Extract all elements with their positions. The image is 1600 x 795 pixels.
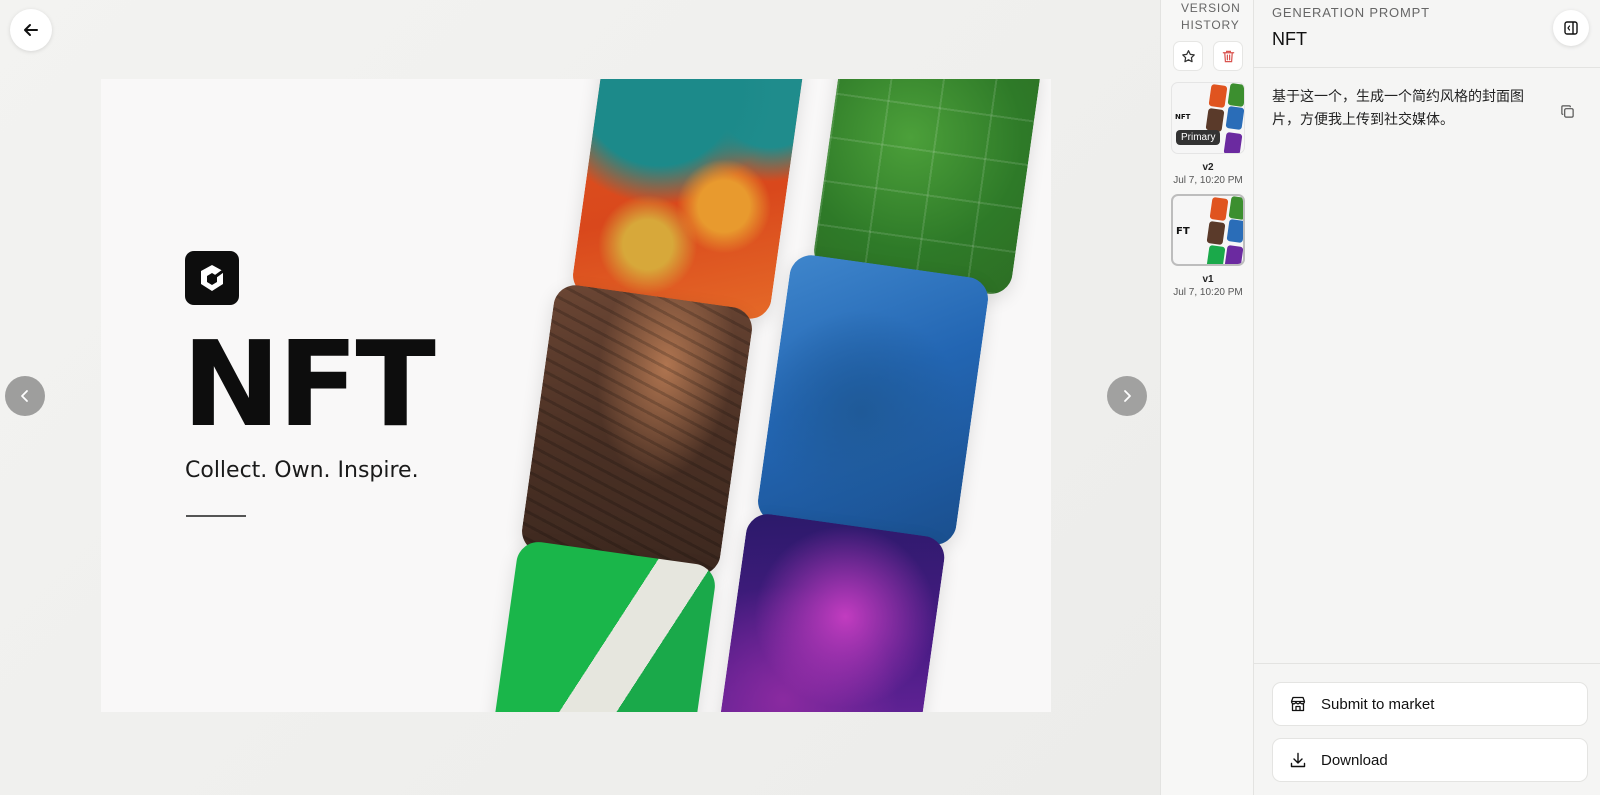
chevron-left-icon: [21, 390, 28, 402]
next-image-button[interactable]: [1107, 376, 1147, 416]
version-thumbnail: NFT Primary: [1171, 82, 1245, 154]
version-label: v1: [1202, 274, 1214, 285]
image-divider: [186, 515, 246, 517]
version-label: v2: [1202, 162, 1214, 173]
download-label: Download: [1321, 751, 1388, 769]
previous-image-button[interactable]: [5, 376, 45, 416]
image-headline: NFT: [182, 315, 436, 453]
thumbnail-tile: [1223, 131, 1243, 153]
artwork-tile: [712, 511, 948, 712]
download-icon: [1290, 752, 1306, 768]
delete-version-button[interactable]: [1213, 41, 1243, 71]
prompt-panel: GENERATION PROMPT NFT 基于这一个，生成一个简约风格的封面图…: [1254, 0, 1600, 795]
thumbnail-tile: [1225, 105, 1244, 131]
primary-badge: Primary: [1176, 130, 1221, 145]
submit-to-market-label: Submit to market: [1321, 695, 1435, 713]
copy-icon: [1560, 104, 1574, 118]
version-item-v1[interactable]: FT v1 Jul 7, 10:20 PM: [1171, 194, 1245, 298]
collapse-panel-button[interactable]: [1553, 10, 1589, 46]
thumbnail-tile: [1208, 83, 1228, 109]
version-timestamp: Jul 7, 10:20 PM: [1173, 287, 1243, 298]
store-icon: [1290, 696, 1306, 712]
prompt-panel-header: GENERATION PROMPT NFT: [1254, 0, 1600, 68]
panel-collapse-icon: [1564, 21, 1578, 35]
prompt-kicker: GENERATION PROMPT: [1272, 5, 1430, 20]
thumbnail-tile: [1206, 220, 1226, 246]
version-history-title: VERSION HISTORY: [1181, 1, 1241, 32]
thumbnail-tile: [1228, 196, 1243, 221]
trash-icon: [1222, 50, 1234, 62]
artwork-tile: [519, 282, 755, 578]
submit-to-market-button[interactable]: Submit to market: [1272, 682, 1588, 726]
artwork-tile: [486, 539, 718, 712]
prompt-title: NFT: [1272, 29, 1307, 49]
thumbnail-tile: [1226, 218, 1243, 244]
prompt-text: 基于这一个，生成一个简约风格的封面图片，方便我上传到社交媒体。: [1272, 89, 1524, 128]
thumbnail-tile: [1209, 196, 1229, 222]
version-thumbnail: FT: [1171, 194, 1245, 266]
artwork-tile: [570, 79, 806, 322]
thumbnail-tile: [1227, 83, 1244, 108]
chevron-right-icon: [1124, 390, 1131, 402]
cube-logo-icon: [185, 251, 239, 305]
image-viewer: NFT Collect. Own. Inspire.: [0, 0, 1160, 795]
star-icon: [1181, 49, 1195, 62]
thumbnail-tile: [1224, 244, 1243, 264]
thumbnail-tile: [1205, 107, 1225, 133]
version-item-v2[interactable]: NFT Primary v2 Jul 7, 10:20 PM: [1171, 82, 1245, 186]
thumbnail-headline: NFT: [1175, 113, 1191, 121]
image-tagline: Collect. Own. Inspire.: [185, 458, 419, 483]
artwork-tile: [755, 252, 991, 548]
generated-image: NFT Collect. Own. Inspire.: [101, 79, 1051, 712]
thumbnail-headline: FT: [1176, 226, 1190, 237]
prompt-panel-footer: Submit to market Download: [1254, 663, 1600, 795]
thumbnail-tile: [1206, 244, 1226, 264]
version-actions: [1173, 41, 1243, 71]
copy-prompt-button[interactable]: [1556, 100, 1578, 122]
download-button[interactable]: Download: [1272, 738, 1588, 782]
version-timestamp: Jul 7, 10:20 PM: [1173, 175, 1243, 186]
favorite-button[interactable]: [1173, 41, 1203, 71]
version-history: VERSION HISTORY NFT Primary v2 Jul 7, 10…: [1160, 0, 1254, 795]
back-button[interactable]: [10, 9, 52, 51]
arrow-left-icon: [24, 24, 38, 36]
